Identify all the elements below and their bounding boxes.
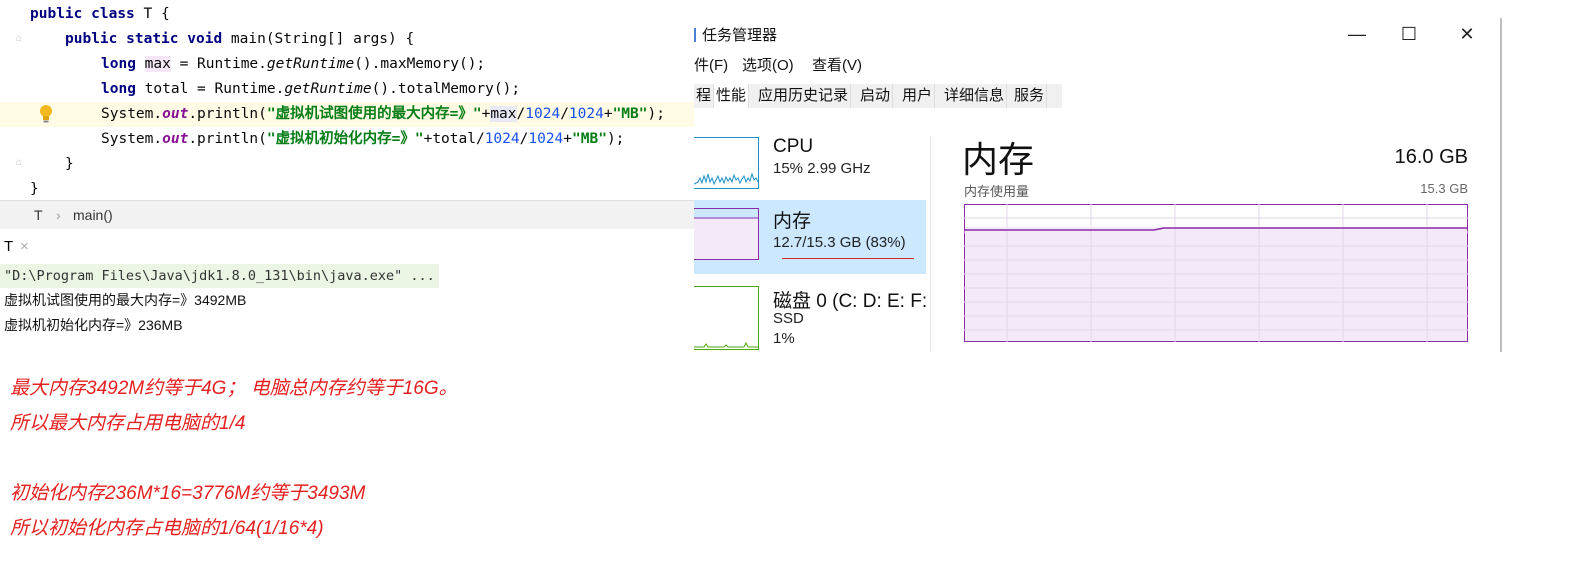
code-line: public class T { bbox=[30, 6, 170, 22]
menu-file[interactable]: 件(F) bbox=[694, 54, 728, 75]
resource-name: 内存 bbox=[773, 211, 812, 232]
close-icon[interactable]: × bbox=[20, 234, 29, 260]
detail-title: 内存 bbox=[962, 139, 1035, 180]
tab-startup[interactable]: 启动 bbox=[858, 84, 894, 108]
fold-icon[interactable]: ⌂ bbox=[16, 158, 26, 168]
code-editor[interactable]: ⌂ ⌂ public class T { public static void … bbox=[0, 0, 694, 200]
annotation-note: 所以初始化内存占电脑的1/64(1/16*4) bbox=[10, 518, 324, 539]
breadcrumb-class[interactable]: T bbox=[34, 201, 43, 229]
resource-name: CPU bbox=[773, 136, 814, 157]
task-manager-window: 任务管理器 — ☐ ✕ 件(F) 选项(O) 查看(V) 程 性能 应用历史记录… bbox=[694, 18, 1502, 352]
code-line: long max = Runtime.getRuntime().maxMemor… bbox=[101, 56, 486, 72]
code-line: public static void main(String[] args) { bbox=[65, 31, 415, 47]
tab-users[interactable]: 用户 bbox=[900, 84, 936, 108]
code-line: } bbox=[30, 181, 39, 197]
run-tab-label[interactable]: T bbox=[4, 234, 13, 260]
memory-usage-chart bbox=[964, 204, 1468, 342]
console-line: 虚拟机初始化内存=》236MB bbox=[4, 317, 183, 333]
tab-app-history[interactable]: 应用历史记录 bbox=[756, 84, 852, 108]
usage-max: 15.3 GB bbox=[1420, 181, 1468, 196]
tab-performance[interactable]: 性能 bbox=[714, 84, 750, 108]
editor-gutter: ⌂ ⌂ bbox=[0, 0, 30, 200]
resource-memory[interactable]: 内存 12.7/15.3 GB (83%) bbox=[694, 200, 926, 274]
annotation-note: 所以最大内存占用电脑的1/4 bbox=[10, 413, 246, 434]
memory-usage-fill bbox=[965, 227, 1467, 341]
fold-icon[interactable]: ⌂ bbox=[16, 34, 26, 44]
run-tool-window-tabs: T × bbox=[0, 234, 694, 260]
resource-name: 磁盘 0 (C: D: E: F: bbox=[773, 291, 928, 312]
close-button[interactable]: ✕ bbox=[1444, 22, 1490, 46]
app-icon bbox=[694, 28, 696, 42]
console-line: 虚拟机试图使用的最大内存=》3492MB bbox=[4, 292, 247, 308]
minimize-button[interactable]: — bbox=[1334, 22, 1380, 46]
resource-disk[interactable]: 磁盘 0 (C: D: E: F: SSD 1% bbox=[694, 280, 928, 352]
resource-detail: 15% 2.99 GHz bbox=[773, 160, 871, 177]
annotation-note: 初始化内存236M*16=3776M约等于3493M bbox=[10, 483, 366, 504]
resource-cpu[interactable]: CPU 15% 2.99 GHz bbox=[694, 130, 926, 204]
resource-detail: 12.7/15.3 GB (83%) bbox=[773, 234, 906, 251]
code-line: } bbox=[65, 156, 74, 172]
cpu-sparkline bbox=[694, 137, 759, 189]
tab-services[interactable]: 服务 bbox=[1012, 84, 1048, 108]
tab-processes[interactable]: 程 bbox=[694, 84, 715, 108]
resource-detail: 1% bbox=[773, 330, 795, 347]
code-line: System.out.println("虚拟机初始化内存=》"+total/10… bbox=[101, 131, 625, 147]
usage-label: 内存使用量 bbox=[964, 184, 1030, 199]
annotation-note: 最大内存3492M约等于4G； 电脑总内存约等于16G。 bbox=[10, 378, 458, 399]
breadcrumb-separator: › bbox=[56, 207, 61, 223]
resource-detail: SSD bbox=[773, 310, 804, 327]
menu-view[interactable]: 查看(V) bbox=[812, 54, 862, 75]
lightbulb-icon[interactable] bbox=[38, 104, 54, 124]
code-line: long total = Runtime.getRuntime().totalM… bbox=[101, 81, 521, 97]
code-line: System.out.println("虚拟机试图使用的最大内存=》"+max/… bbox=[101, 106, 665, 122]
menu-options[interactable]: 选项(O) bbox=[742, 54, 794, 75]
window-title: 任务管理器 bbox=[702, 27, 778, 44]
memory-sparkline bbox=[694, 208, 759, 260]
console-command-line: "D:\Program Files\Java\jdk1.8.0_131\bin\… bbox=[0, 264, 439, 288]
tab-details[interactable]: 详细信息 bbox=[942, 84, 1008, 108]
breadcrumb-method[interactable]: main() bbox=[73, 201, 113, 229]
disk-sparkline bbox=[694, 286, 759, 350]
maximize-button[interactable]: ☐ bbox=[1386, 22, 1432, 46]
panel-divider bbox=[930, 136, 931, 352]
red-underline bbox=[782, 258, 914, 259]
breadcrumb: T › main() bbox=[0, 200, 694, 229]
detail-total: 16.0 GB bbox=[1394, 146, 1468, 168]
